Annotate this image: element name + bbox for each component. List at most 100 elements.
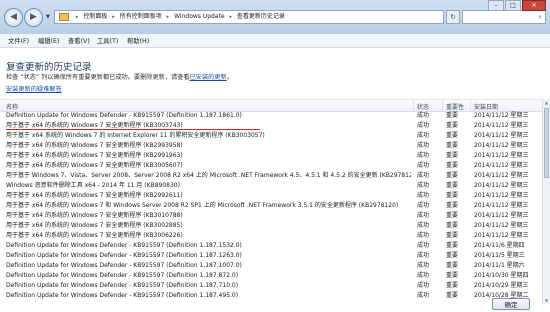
- ok-button[interactable]: 确定: [492, 298, 530, 310]
- table-row[interactable]: 用于基于 x64 的系统的 Windows 7 安全更新程序 (KB299261…: [0, 191, 540, 201]
- status-cell: 成功: [417, 262, 430, 269]
- close-button[interactable]: ✕: [522, 0, 546, 11]
- table-row[interactable]: 用于基于 x64 的系统的 Windows 7 安全更新程序 (KB301078…: [0, 211, 540, 221]
- table-row[interactable]: 用于基于 x64 的系统的 Windows 7 安全更新程序 (KB300560…: [0, 161, 540, 171]
- update-name-cell: 用于基于 x64 的系统的 Windows 7 安全更新程序 (KB299196…: [6, 152, 183, 159]
- importance-cell: 重要: [446, 192, 459, 199]
- menu-file[interactable]: 文件(F): [8, 36, 29, 45]
- install-date-cell: 2014/11/12 星期三: [474, 172, 529, 179]
- status-cell: 成功: [417, 172, 430, 179]
- table-row[interactable]: Definition Update for Windows Defender -…: [0, 241, 540, 251]
- install-date-cell: 2014/11/12 星期三: [474, 232, 529, 239]
- importance-cell: 重要: [446, 212, 459, 219]
- description-text: 检查 “状态” 列以确保所有重要更新都已成功。要删除更新，请查看: [6, 74, 190, 81]
- table-row[interactable]: Definition Update for Windows Defender -…: [0, 271, 540, 281]
- install-date-cell: 2014/11/1 星期六: [474, 262, 525, 269]
- installed-updates-link[interactable]: 已安装的更新: [190, 74, 227, 81]
- install-date-cell: 2014/11/12 星期三: [474, 122, 529, 129]
- table-row[interactable]: 用于基于 Windows 7、Vista、Server 2008、Server …: [0, 171, 540, 181]
- update-name-cell: Windows 恶意软件删除工具 x64 - 2014 年 11 月 (KB89…: [6, 182, 180, 189]
- back-icon[interactable]: ◀: [4, 8, 23, 27]
- install-date-cell: 2014/11/12 星期三: [474, 192, 529, 199]
- update-name-cell: 用于基于 x64 的系统的 Windows 7 安全更新程序 (KB300560…: [6, 162, 183, 169]
- status-cell: 成功: [417, 232, 430, 239]
- importance-cell: 重要: [446, 282, 459, 289]
- table-row[interactable]: 用于基于 x64 的系统的 Windows 7 安全更新程序 (KB299395…: [0, 141, 540, 151]
- update-list: Definition Update for Windows Defender -…: [0, 111, 540, 301]
- importance-cell: 重要: [446, 232, 459, 239]
- breadcrumb-item[interactable]: 控制面板: [83, 13, 107, 20]
- update-name-cell: Definition Update for Windows Defender -…: [6, 112, 242, 119]
- table-row[interactable]: 用于基于 x64 系统的 Windows 7 的 Internet Explor…: [0, 131, 540, 141]
- maximize-button[interactable]: □: [505, 0, 521, 11]
- install-date-cell: 2014/11/12 星期三: [474, 142, 529, 149]
- scroll-down-icon[interactable]: ▼: [543, 297, 550, 304]
- update-name-cell: Definition Update for Windows Defender -…: [6, 282, 239, 289]
- table-row[interactable]: 用于基于 x64 的系统的 Windows 7 安全更新程序 (KB300374…: [0, 121, 540, 131]
- menu-edit[interactable]: 编辑(E): [38, 36, 60, 45]
- status-cell: 成功: [417, 112, 430, 119]
- breadcrumb-item[interactable]: 查看更新历史记录: [237, 13, 285, 20]
- status-cell: 成功: [417, 132, 430, 139]
- table-row[interactable]: 用于基于 x64 的系统的 Windows 7 安全更新程序 (KB300288…: [0, 221, 540, 231]
- table-row[interactable]: Definition Update for Windows Defender -…: [0, 291, 540, 301]
- status-cell: 成功: [417, 222, 430, 229]
- scrollbar-thumb[interactable]: [544, 108, 549, 178]
- page-description: 检查 “状态” 列以确保所有重要更新都已成功。要删除更新，请查看已安装的更新。: [6, 72, 233, 81]
- status-cell: 成功: [417, 162, 430, 169]
- install-date-cell: 2014/11/12 星期三: [474, 112, 529, 119]
- status-cell: 成功: [417, 242, 430, 249]
- column-status[interactable]: 状态: [417, 102, 429, 111]
- vertical-scrollbar[interactable]: ▲ ▼: [542, 99, 550, 304]
- install-date-cell: 2014/11/12 星期三: [474, 202, 529, 209]
- search-input[interactable]: ⌕: [462, 10, 546, 24]
- refresh-icon[interactable]: ↻: [446, 10, 460, 24]
- table-row[interactable]: 用于基于 x64 的系统的 Windows 7 和 Windows Server…: [0, 201, 540, 211]
- table-row[interactable]: 用于基于 x64 的系统的 Windows 7 安全更新程序 (KB299196…: [0, 151, 540, 161]
- minimize-button[interactable]: –: [488, 0, 504, 11]
- main-content: 复查更新的历史记录 检查 “状态” 列以确保所有重要更新都已成功。要删除更新，请…: [0, 48, 550, 312]
- status-cell: 成功: [417, 272, 430, 279]
- breadcrumb-item[interactable]: 所有控制面板项: [120, 13, 162, 20]
- update-name-cell: 用于基于 Windows 7、Vista、Server 2008、Server …: [6, 172, 411, 179]
- address-bar[interactable]: ▸ 控制面板 ▸ 所有控制面板项 ▸ Windows Update ▸ 查看更新…: [54, 10, 444, 24]
- importance-cell: 重要: [446, 242, 459, 249]
- breadcrumb-item[interactable]: Windows Update: [174, 13, 224, 20]
- search-icon[interactable]: ⌕: [538, 11, 542, 23]
- table-row[interactable]: Definition Update for Windows Defender -…: [0, 281, 540, 291]
- menu-help[interactable]: 帮助(H): [127, 36, 149, 45]
- importance-cell: 重要: [446, 122, 459, 129]
- status-cell: 成功: [417, 202, 430, 209]
- table-row[interactable]: Definition Update for Windows Defender -…: [0, 251, 540, 261]
- history-dropdown-icon[interactable]: ▼: [46, 14, 50, 20]
- importance-cell: 重要: [446, 272, 459, 279]
- update-name-cell: 用于基于 x64 的系统的 Windows 7 和 Windows Server…: [6, 202, 399, 209]
- menu-tools[interactable]: 工具(T): [97, 36, 118, 45]
- update-name-cell: 用于基于 x64 的系统的 Windows 7 安全更新程序 (KB300288…: [6, 222, 183, 229]
- status-cell: 成功: [417, 142, 430, 149]
- update-name-cell: Definition Update for Windows Defender -…: [6, 242, 242, 249]
- table-row[interactable]: Definition Update for Windows Defender -…: [0, 111, 540, 121]
- importance-cell: 重要: [446, 222, 459, 229]
- menu-view[interactable]: 查看(V): [68, 36, 90, 45]
- install-date-cell: 2014/10/29 星期三: [474, 282, 529, 289]
- importance-cell: 重要: [446, 292, 459, 299]
- install-date-cell: 2014/11/6 星期四: [474, 242, 525, 249]
- update-name-cell: Definition Update for Windows Defender -…: [6, 292, 239, 299]
- update-name-cell: 用于基于 x64 系统的 Windows 7 的 Internet Explor…: [6, 132, 265, 139]
- update-name-cell: Definition Update for Windows Defender -…: [6, 262, 242, 269]
- description-end: 。: [226, 74, 233, 81]
- install-date-cell: 2014/11/12 星期三: [474, 152, 529, 159]
- troubleshoot-link[interactable]: 安装更新的疑难解答: [6, 84, 62, 93]
- update-name-cell: 用于基于 x64 的系统的 Windows 7 安全更新程序 (KB300374…: [6, 122, 183, 129]
- table-row[interactable]: 用于基于 x64 的系统的 Windows 7 安全更新程序 (KB300622…: [0, 231, 540, 241]
- forward-icon[interactable]: ▶: [24, 8, 43, 27]
- scroll-up-icon[interactable]: ▲: [543, 99, 550, 106]
- column-importance[interactable]: 重要性: [446, 102, 464, 111]
- update-name-cell: 用于基于 x64 的系统的 Windows 7 安全更新程序 (KB299261…: [6, 192, 183, 199]
- table-row[interactable]: Definition Update for Windows Defender -…: [0, 261, 540, 271]
- column-name[interactable]: 名称: [6, 102, 18, 111]
- status-cell: 成功: [417, 122, 430, 129]
- column-date[interactable]: 安装日期: [474, 102, 498, 111]
- table-row[interactable]: Windows 恶意软件删除工具 x64 - 2014 年 11 月 (KB89…: [0, 181, 540, 191]
